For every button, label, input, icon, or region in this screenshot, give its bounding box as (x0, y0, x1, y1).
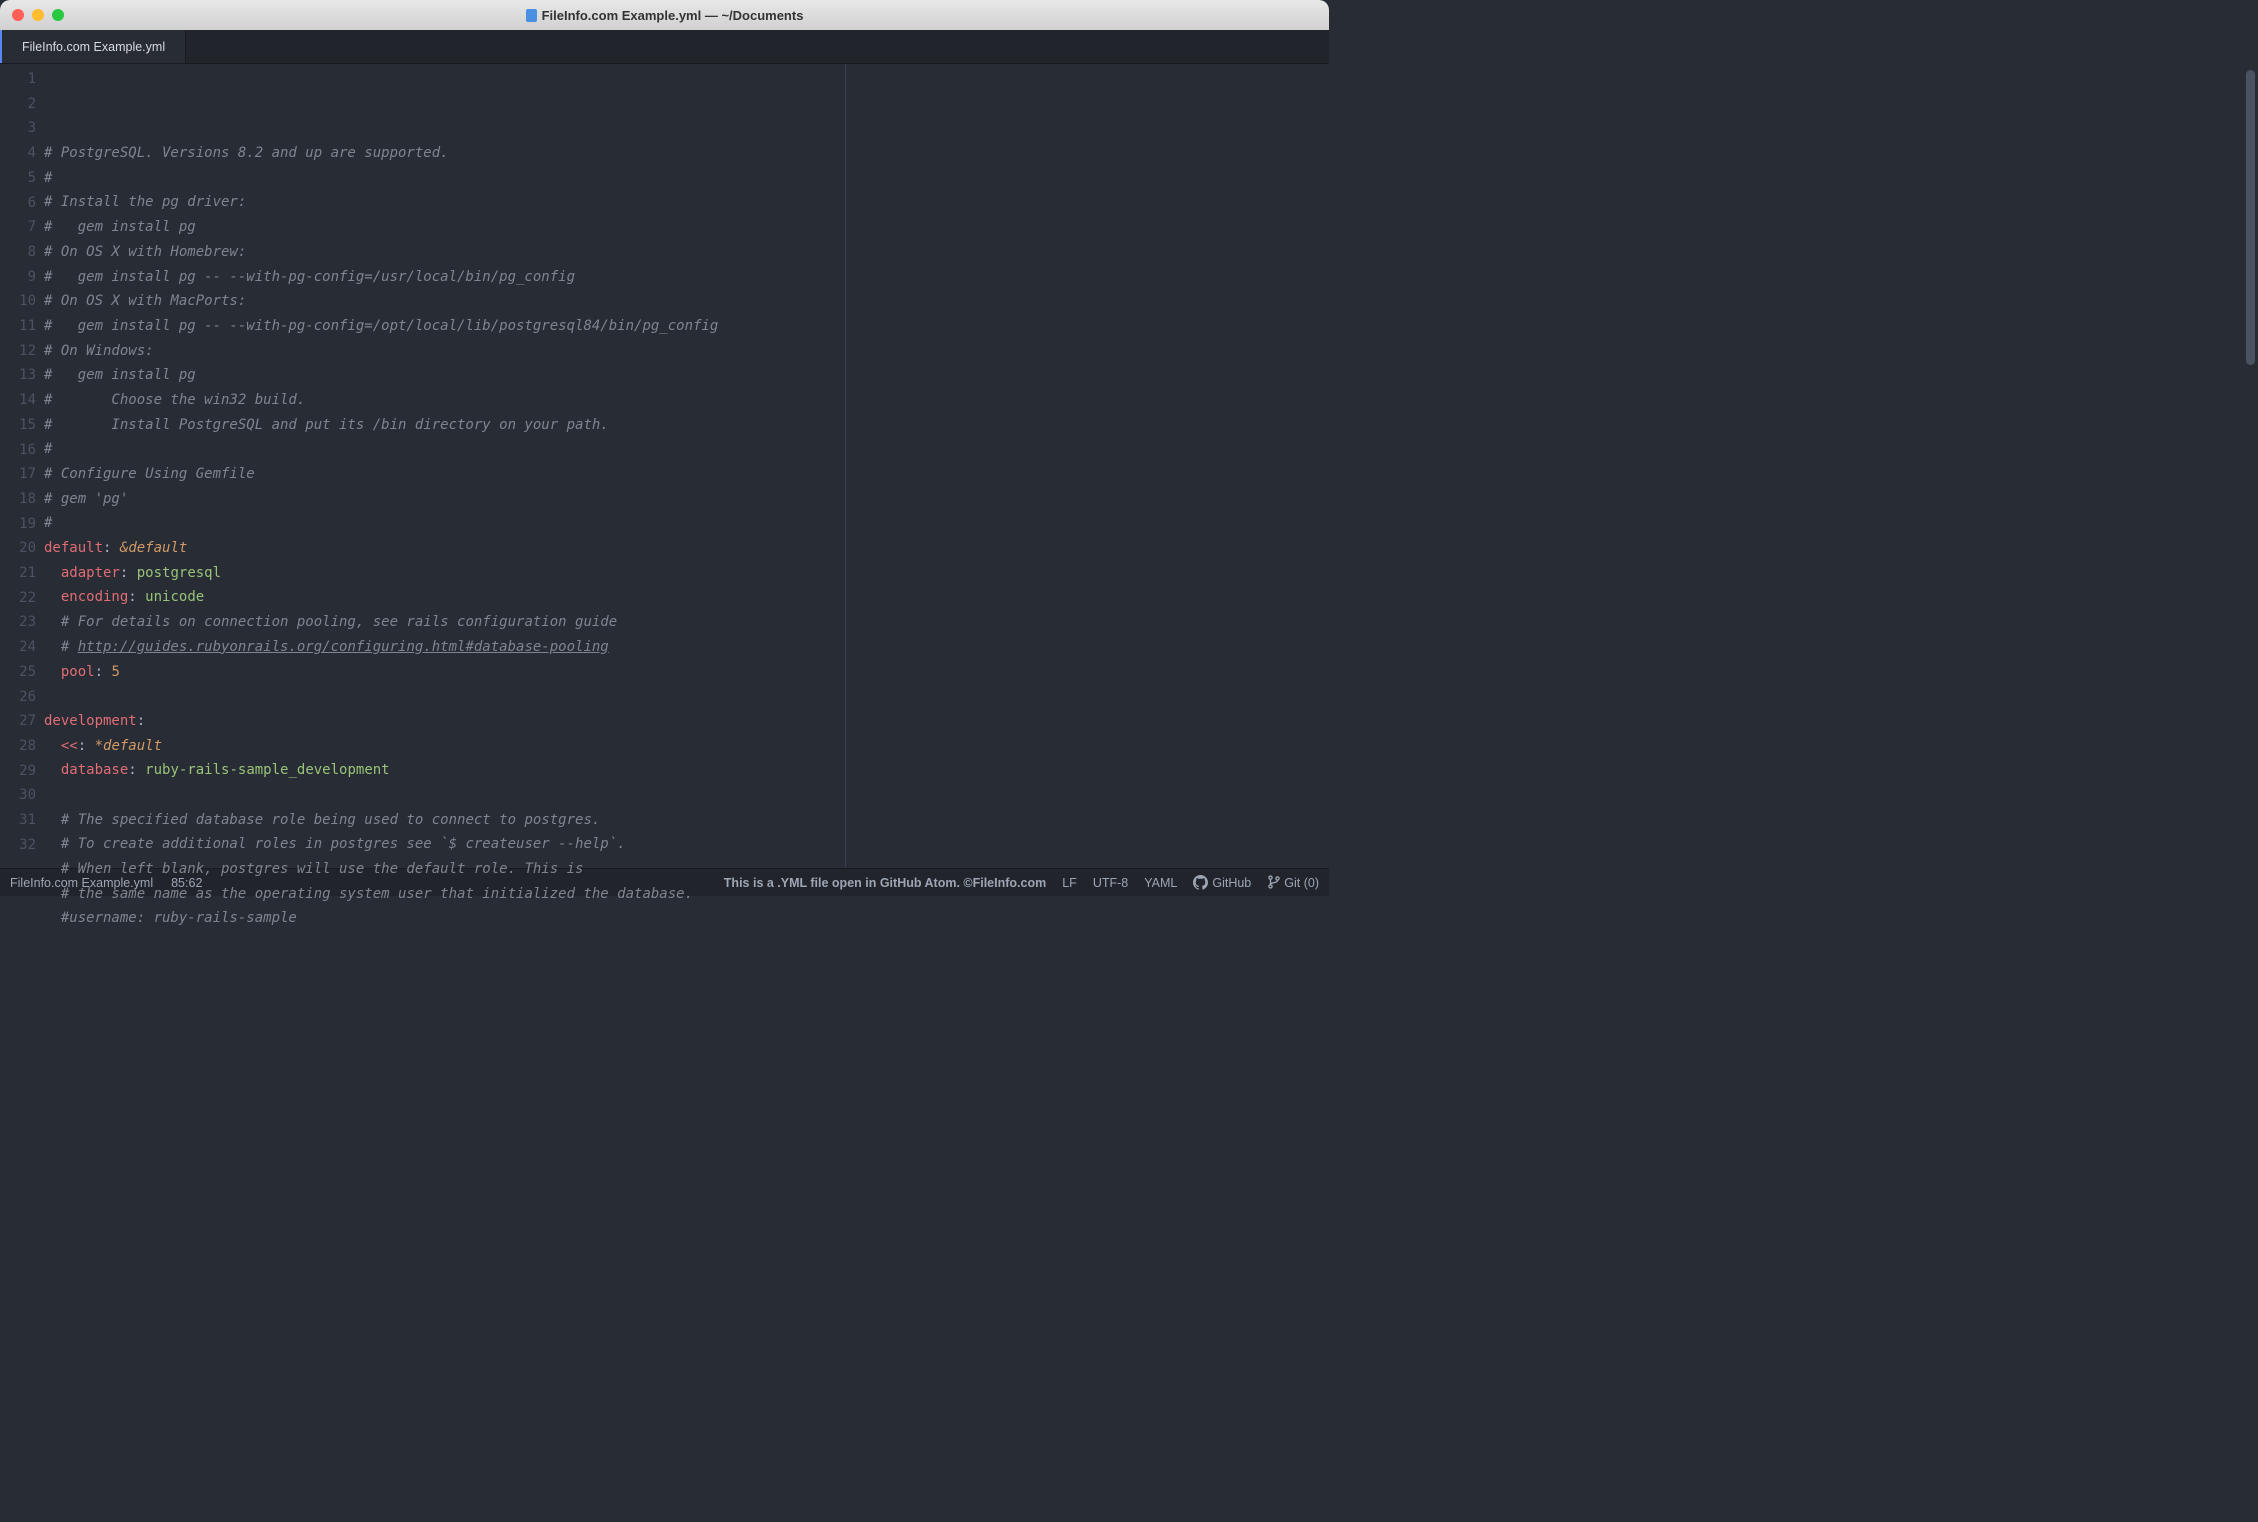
line-number: 22 (0, 586, 36, 611)
window-title: FileInfo.com Example.yml — ~/Documents (0, 8, 1329, 23)
code-line[interactable]: # (44, 166, 1329, 191)
code-line[interactable]: # gem install pg -- --with-pg-config=/us… (44, 265, 1329, 290)
line-number: 30 (0, 783, 36, 808)
line-number-gutter: 1234567891011121314151617181920212223242… (0, 64, 44, 868)
line-number: 8 (0, 240, 36, 265)
code-line[interactable]: # http://guides.rubyonrails.org/configur… (44, 635, 1329, 660)
code-line[interactable]: # On Windows: (44, 339, 1329, 364)
code-line[interactable]: # On OS X with MacPorts: (44, 289, 1329, 314)
code-line[interactable]: # PostgreSQL. Versions 8.2 and up are su… (44, 141, 1329, 166)
close-window-button[interactable] (12, 9, 24, 21)
code-line[interactable]: pool: 5 (44, 660, 1329, 685)
code-line[interactable]: # When left blank, postgres will use the… (44, 857, 1329, 882)
line-number: 16 (0, 438, 36, 463)
line-number: 3 (0, 116, 36, 141)
code-line[interactable]: # Install the pg driver: (44, 190, 1329, 215)
code-line[interactable]: encoding: unicode (44, 585, 1329, 610)
code-line[interactable]: # (44, 511, 1329, 536)
window-controls (12, 9, 64, 21)
tab-bar: FileInfo.com Example.yml (0, 30, 1329, 64)
text-editor[interactable]: 1234567891011121314151617181920212223242… (0, 64, 1329, 868)
line-number: 15 (0, 413, 36, 438)
code-line[interactable]: # (44, 437, 1329, 462)
code-line[interactable]: # Choose the win32 build. (44, 388, 1329, 413)
code-line[interactable]: adapter: postgresql (44, 561, 1329, 586)
code-line[interactable]: # On OS X with Homebrew: (44, 240, 1329, 265)
line-number: 25 (0, 660, 36, 685)
line-number: 13 (0, 363, 36, 388)
tab-label: FileInfo.com Example.yml (22, 40, 165, 54)
window-title-text: FileInfo.com Example.yml — ~/Documents (542, 8, 804, 23)
wrap-guide (845, 64, 846, 868)
line-number: 10 (0, 289, 36, 314)
code-line[interactable]: # For details on connection pooling, see… (44, 610, 1329, 635)
line-number: 27 (0, 709, 36, 734)
line-number: 24 (0, 635, 36, 660)
line-number: 5 (0, 166, 36, 191)
line-number: 26 (0, 685, 36, 710)
minimize-window-button[interactable] (32, 9, 44, 21)
code-line[interactable]: # Configure Using Gemfile (44, 462, 1329, 487)
maximize-window-button[interactable] (52, 9, 64, 21)
code-line[interactable]: <<: *default (44, 734, 1329, 759)
line-number: 32 (0, 833, 36, 858)
vertical-scrollbar[interactable] (2246, 70, 2255, 365)
line-number: 14 (0, 388, 36, 413)
line-number: 9 (0, 265, 36, 290)
code-line[interactable]: # gem install pg (44, 215, 1329, 240)
code-line[interactable]: # gem 'pg' (44, 487, 1329, 512)
line-number: 2 (0, 92, 36, 117)
window-titlebar: FileInfo.com Example.yml — ~/Documents (0, 0, 1329, 30)
file-tab-active[interactable]: FileInfo.com Example.yml (0, 30, 186, 63)
line-number: 18 (0, 487, 36, 512)
code-line[interactable]: # gem install pg -- --with-pg-config=/op… (44, 314, 1329, 339)
line-number: 7 (0, 215, 36, 240)
document-icon (526, 9, 537, 22)
code-line[interactable]: # Install PostgreSQL and put its /bin di… (44, 413, 1329, 438)
line-number: 23 (0, 610, 36, 635)
line-number: 31 (0, 808, 36, 833)
line-number: 6 (0, 191, 36, 216)
code-line[interactable]: # The specified database role being used… (44, 808, 1329, 833)
line-number: 12 (0, 339, 36, 364)
code-line[interactable] (44, 783, 1329, 808)
code-line[interactable]: # gem install pg (44, 363, 1329, 388)
code-line[interactable]: # To create additional roles in postgres… (44, 832, 1329, 857)
line-number: 1 (0, 67, 36, 92)
code-content[interactable]: # PostgreSQL. Versions 8.2 and up are su… (44, 64, 1329, 868)
line-number: 11 (0, 314, 36, 339)
code-line[interactable]: default: &default (44, 536, 1329, 561)
line-number: 4 (0, 141, 36, 166)
code-line[interactable]: # the same name as the operating system … (44, 882, 1329, 907)
code-line[interactable]: development: (44, 709, 1329, 734)
line-number: 17 (0, 462, 36, 487)
code-line[interactable]: database: ruby-rails-sample_development (44, 758, 1329, 783)
line-number: 20 (0, 536, 36, 561)
code-line[interactable]: #username: ruby-rails-sample (44, 906, 1329, 931)
code-line[interactable] (44, 684, 1329, 709)
line-number: 21 (0, 561, 36, 586)
line-number: 28 (0, 734, 36, 759)
line-number: 19 (0, 512, 36, 537)
line-number: 29 (0, 759, 36, 784)
